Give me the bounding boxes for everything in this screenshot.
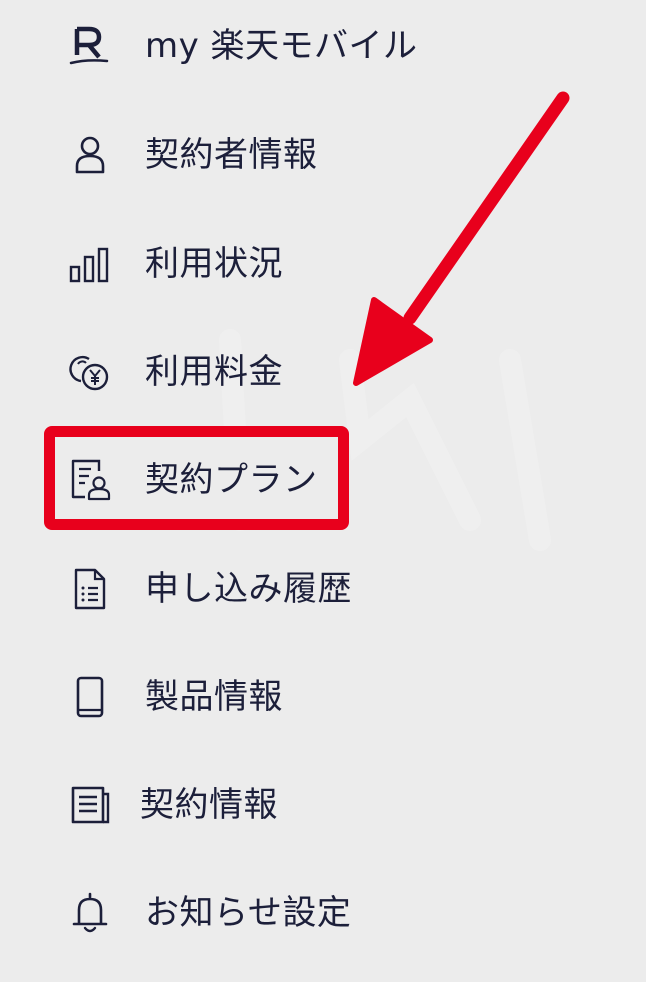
menu-item-product-info[interactable]: 製品情報 (0, 643, 646, 751)
bar-chart-icon (58, 232, 122, 296)
menu-item-label: 申し込み履歴 (145, 569, 352, 609)
menu-item-label: 契約プラン (145, 460, 318, 500)
rakuten-r-icon (58, 14, 122, 78)
yen-coins-icon (58, 340, 122, 404)
menu-item-contractor-info[interactable]: 契約者情報 (0, 101, 646, 209)
menu-item-notification-settings[interactable]: お知らせ設定 (0, 859, 646, 967)
menu-item-usage-charges[interactable]: 利用料金 (0, 318, 646, 426)
document-list-icon (58, 557, 122, 621)
menu-item-label: お知らせ設定 (145, 893, 352, 933)
person-icon (58, 123, 122, 187)
menu-item-label: my 楽天モバイル (145, 26, 418, 66)
menu-item-application-history[interactable]: 申し込み履歴 (0, 535, 646, 643)
menu-item-contract-plan[interactable]: 契約プラン (0, 426, 646, 534)
menu-item-label: 契約情報 (140, 785, 278, 825)
menu-item-label: 利用状況 (145, 244, 283, 284)
bell-icon (58, 881, 122, 945)
menu-item-contract-info[interactable]: 契約情報 (0, 751, 646, 859)
menu-item-usage-status[interactable]: 利用状況 (0, 210, 646, 318)
smartphone-icon (58, 665, 122, 729)
menu-item-label: 契約者情報 (145, 135, 318, 175)
menu-item-my-rakuten-mobile[interactable]: my 楽天モバイル (0, 0, 646, 100)
menu-item-label: 利用料金 (145, 352, 283, 392)
notebook-icon (58, 773, 122, 837)
side-menu: my 楽天モバイル 契約者情報 利用状況 利用料金 契約プラン 申し込み履歴 製… (0, 0, 646, 982)
menu-item-label: 製品情報 (145, 677, 283, 717)
plan-person-icon (58, 448, 122, 512)
